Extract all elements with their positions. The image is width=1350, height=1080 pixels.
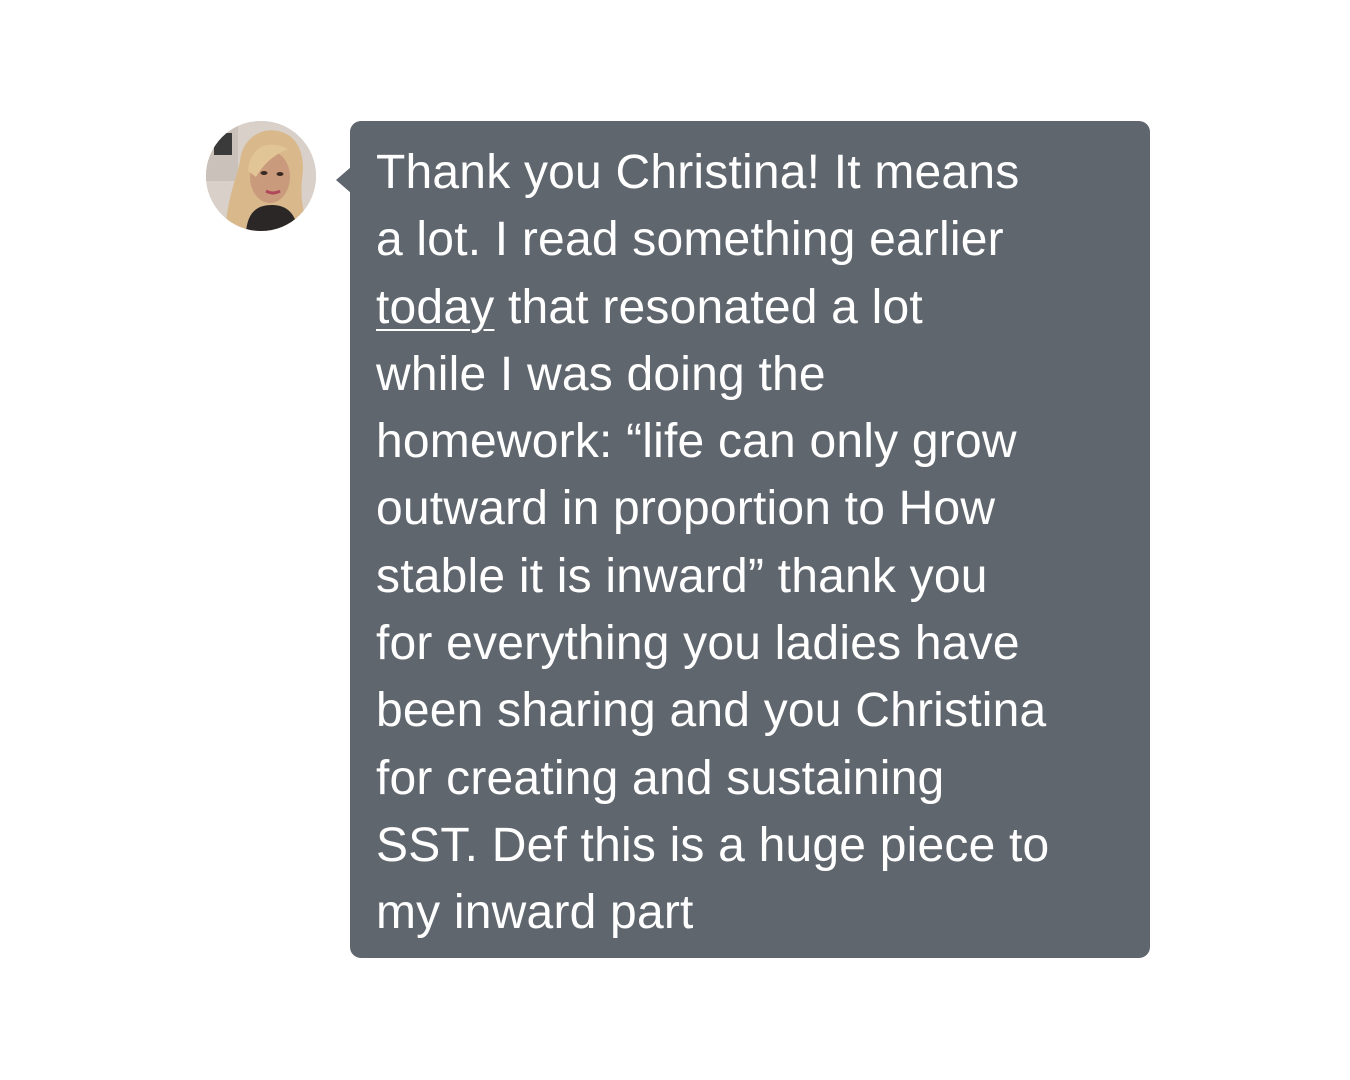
message-line: for everything you ladies have	[376, 617, 1020, 671]
message-line: outward in proportion to How	[376, 482, 996, 536]
bubble-tail	[336, 167, 351, 193]
message-line: my inward part	[376, 886, 694, 940]
incoming-message-row: Thank you Christina! It means a lot. I r…	[0, 0, 1350, 1080]
message-text: Thank you Christina! It means a lot. I r…	[376, 139, 1130, 947]
sender-avatar[interactable]	[206, 121, 316, 231]
message-line: Thank you Christina! It means	[376, 146, 1020, 199]
message-line: while I was doing the	[376, 347, 826, 401]
message-line: SST. Def this is a huge piece to	[376, 818, 1050, 872]
message-line: stable it is inward” thank you	[376, 549, 988, 603]
date-link[interactable]: today	[376, 281, 494, 334]
message-bubble[interactable]: Thank you Christina! It means a lot. I r…	[336, 121, 1150, 958]
avatar-photo-icon	[206, 121, 316, 231]
message-line: for creating and sustaining	[376, 751, 945, 805]
message-line: today that resonated a lot	[376, 274, 1130, 341]
message-line-rest: that resonated a lot	[494, 280, 923, 334]
message-line: homework: “life can only grow	[376, 415, 1017, 469]
message-line: a lot. I read something earlier	[376, 213, 1004, 267]
message-line: been sharing and you Christina	[376, 684, 1047, 738]
